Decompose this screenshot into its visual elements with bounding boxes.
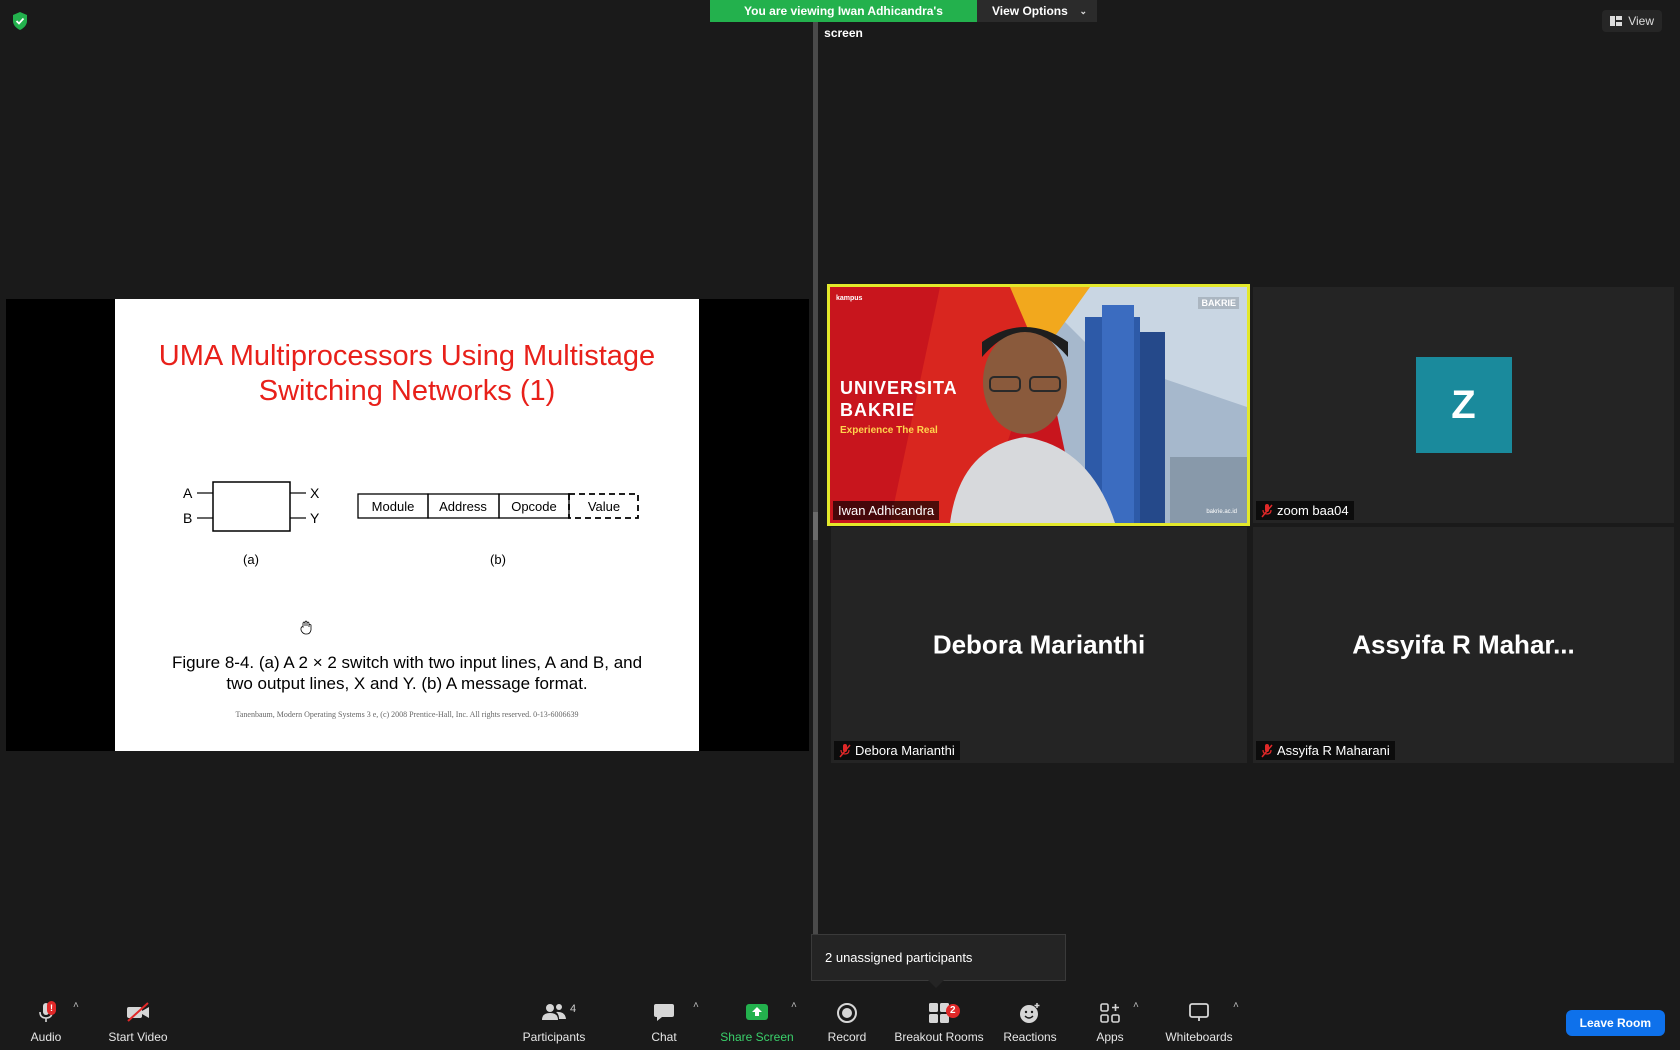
viewing-screen-label: You are viewing Iwan Adhicandra's screen (710, 0, 977, 40)
participant-name: Iwan Adhicandra (838, 503, 935, 518)
meeting-toolbar: ! Audio ˄ Start Video 4 Participants Cha… (0, 990, 1680, 1050)
tooltip-arrow (928, 980, 944, 988)
participant-display-name: Debora Marianthi (932, 629, 1146, 660)
input-label-a: A (183, 485, 193, 501)
record-label: Record (827, 1030, 867, 1044)
participant-name-tag: Debora Marianthi (834, 741, 960, 760)
view-button[interactable]: View (1602, 10, 1662, 32)
record-button[interactable]: Record (820, 990, 874, 1050)
apps-button[interactable]: Apps (1093, 990, 1127, 1050)
avatar: Z (1415, 357, 1512, 453)
output-label-y: Y (310, 510, 320, 526)
participants-label: Participants (522, 1030, 586, 1044)
chevron-down-icon: ⌄ (1079, 6, 1087, 16)
participants-icon (542, 1004, 566, 1020)
zoom-meeting-window: You are viewing Iwan Adhicandra's screen… (0, 0, 1680, 1050)
divider-grip-handle[interactable] (813, 512, 818, 540)
gallery-layout-icon (1610, 16, 1623, 26)
presentation-slide: UMA Multiprocessors Using Multistage Swi… (115, 299, 699, 751)
security-shield-icon[interactable] (12, 12, 28, 30)
shared-screen[interactable]: UMA Multiprocessors Using Multistage Swi… (6, 299, 809, 751)
participant-name: Debora Marianthi (855, 743, 955, 758)
figure-label-a: (a) (243, 552, 259, 567)
video-tile-zoom-baa04[interactable]: Z zoom baa04 (1253, 287, 1674, 523)
chat-options-caret-icon[interactable]: ˄ (693, 1000, 699, 1011)
video-off-icon (127, 1002, 149, 1022)
breakout-rooms-label: Breakout Rooms (894, 1030, 984, 1044)
reactions-button[interactable]: Reactions (1002, 990, 1058, 1050)
screen-share-banner: You are viewing Iwan Adhicandra's screen… (710, 0, 1097, 40)
reactions-label: Reactions (1003, 1030, 1057, 1044)
audio-alert-badge: ! (47, 1001, 56, 1015)
apps-icon (1100, 1003, 1120, 1023)
muted-mic-icon (839, 743, 851, 757)
share-screen-label: Share Screen (720, 1030, 794, 1044)
whiteboards-button[interactable]: Whiteboards (1163, 990, 1235, 1050)
caption-line2: two output lines, X and Y. (b) A message… (226, 674, 588, 693)
whiteboards-options-caret-icon[interactable]: ˄ (1233, 1000, 1239, 1011)
kampus-logo: kampus (836, 295, 863, 302)
view-options-label: View Options (992, 4, 1068, 18)
input-label-b: B (183, 510, 192, 526)
participant-name-tag: zoom baa04 (1256, 501, 1354, 520)
field-opcode: Opcode (511, 499, 557, 514)
audio-label: Audio (30, 1030, 62, 1044)
muted-mic-icon (1261, 503, 1273, 517)
caption-line1: Figure 8-4. (a) A 2 × 2 switch with two … (171, 653, 643, 672)
participant-name-tag: Assyifa R Maharani (1256, 741, 1395, 760)
whiteboard-icon (1189, 1003, 1209, 1021)
chat-bubble-icon (654, 1004, 674, 1021)
record-icon (837, 1003, 857, 1023)
field-module: Module (372, 499, 415, 514)
share-screen-icon (746, 1004, 768, 1020)
muted-mic-icon (1261, 743, 1273, 757)
start-video-label: Start Video (108, 1030, 168, 1044)
unassigned-participants-tooltip: 2 unassigned participants (811, 934, 1066, 981)
leave-room-button[interactable]: Leave Room (1565, 1010, 1665, 1036)
share-options-caret-icon[interactable]: ˄ (791, 1000, 797, 1011)
breakout-rooms-button[interactable]: 2 Breakout Rooms (893, 990, 985, 1050)
background-text-line2: BAKRIE (840, 400, 916, 420)
video-tile-debora[interactable]: Debora Marianthi Debora Marianthi (831, 527, 1247, 763)
split-view-divider[interactable] (813, 22, 818, 936)
bakrie-logo: BAKRIE (1198, 297, 1239, 309)
field-address: Address (439, 499, 487, 514)
slide-copyright-footer: Tanenbaum, Modern Operating Systems 3 e,… (235, 710, 579, 719)
figure-label-b: (b) (490, 552, 506, 567)
share-screen-button[interactable]: Share Screen (718, 990, 796, 1050)
view-button-label: View (1628, 14, 1654, 28)
field-value: Value (588, 499, 620, 514)
participant-name-tag: Iwan Adhicandra (833, 501, 940, 520)
audio-button[interactable]: ! Audio (20, 990, 72, 1050)
video-tile-assyifa[interactable]: Assyifa R Mahar... Assyifa R Maharani (1253, 527, 1674, 763)
video-tile-iwan[interactable]: kampus BAKRIE UNIVERSITA BAKRIE Experien… (827, 284, 1250, 526)
background-url: bakrie.ac.id (1206, 509, 1237, 515)
start-video-button[interactable]: Start Video (102, 990, 174, 1050)
participant-video: kampus BAKRIE UNIVERSITA BAKRIE Experien… (830, 287, 1247, 523)
background-text-line1: UNIVERSITA (840, 378, 958, 398)
switch-box (212, 481, 291, 532)
participants-button[interactable]: 4 Participants (518, 990, 590, 1050)
view-options-button[interactable]: View Options ⌄ (977, 0, 1097, 22)
participants-count: 4 (570, 1003, 577, 1015)
background-tagline: Experience The Real (840, 425, 938, 436)
participant-name: zoom baa04 (1277, 503, 1349, 518)
apps-label: Apps (1096, 1030, 1124, 1044)
audio-options-caret-icon[interactable]: ˄ (73, 1000, 79, 1011)
whiteboards-label: Whiteboards (1165, 1030, 1233, 1044)
slide-caption: Figure 8-4. (a) A 2 × 2 switch with two … (115, 652, 699, 694)
participant-name: Assyifa R Maharani (1277, 743, 1390, 758)
chat-label: Chat (651, 1030, 677, 1044)
apps-options-caret-icon[interactable]: ˄ (1133, 1000, 1139, 1011)
breakout-count-badge: 2 (946, 1004, 960, 1018)
chat-button[interactable]: Chat (640, 990, 688, 1050)
participant-display-name: Assyifa R Mahar... (1352, 629, 1575, 660)
smiley-icon (1020, 1003, 1040, 1023)
output-label-x: X (310, 485, 320, 501)
hand-cursor-icon (300, 620, 312, 635)
background-university-text: UNIVERSITA BAKRIE (840, 377, 958, 421)
